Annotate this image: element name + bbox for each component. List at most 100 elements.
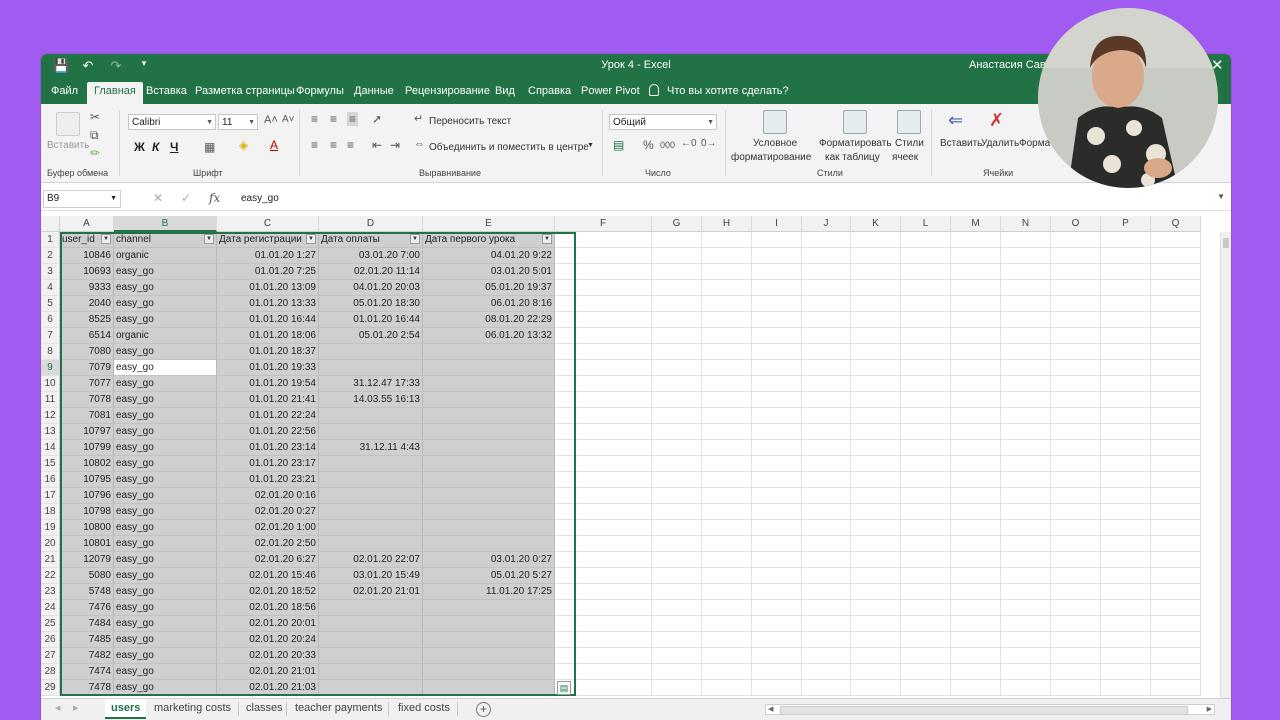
empty-cell[interactable]	[1151, 376, 1201, 392]
empty-cell[interactable]	[652, 536, 702, 552]
empty-cell[interactable]	[1101, 488, 1151, 504]
italic-button[interactable]: К	[152, 140, 159, 154]
empty-cell[interactable]	[652, 648, 702, 664]
empty-cell[interactable]	[901, 472, 951, 488]
row-header[interactable]: 28	[41, 664, 60, 680]
empty-cell[interactable]	[1151, 408, 1201, 424]
table-cell[interactable]: 01.01.20 21:41	[217, 392, 319, 408]
table-cell[interactable]: 7078	[60, 392, 114, 408]
empty-cell[interactable]	[1151, 328, 1201, 344]
table-cell[interactable]: 02.01.20 6:27	[217, 552, 319, 568]
table-cell[interactable]: 10799	[60, 440, 114, 456]
empty-cell[interactable]	[851, 600, 901, 616]
table-cell[interactable]: easy_go	[114, 472, 217, 488]
empty-cell[interactable]	[1051, 296, 1101, 312]
empty-cell[interactable]	[802, 520, 851, 536]
empty-cell[interactable]	[1151, 600, 1201, 616]
empty-cell[interactable]	[951, 424, 1001, 440]
column-header-f[interactable]: F	[555, 216, 652, 232]
table-cell[interactable]: easy_go	[114, 488, 217, 504]
empty-cell[interactable]	[752, 520, 802, 536]
empty-cell[interactable]	[1051, 360, 1101, 376]
table-cell[interactable]: 02.01.20 18:52	[217, 584, 319, 600]
empty-cell[interactable]	[555, 648, 652, 664]
empty-cell[interactable]	[702, 264, 752, 280]
empty-cell[interactable]	[752, 392, 802, 408]
table-cell[interactable]	[319, 664, 423, 680]
empty-cell[interactable]	[1001, 440, 1051, 456]
table-cell[interactable]: 7482	[60, 648, 114, 664]
empty-cell[interactable]	[702, 440, 752, 456]
paste-icon[interactable]	[56, 112, 80, 136]
empty-cell[interactable]	[752, 616, 802, 632]
empty-cell[interactable]	[555, 424, 652, 440]
empty-cell[interactable]	[702, 552, 752, 568]
cell-styles-line2[interactable]: ячеек	[892, 152, 918, 163]
table-cell[interactable]	[423, 664, 555, 680]
row-header[interactable]: 17	[41, 488, 60, 504]
empty-cell[interactable]	[1051, 248, 1101, 264]
empty-cell[interactable]	[951, 616, 1001, 632]
empty-cell[interactable]	[652, 328, 702, 344]
table-cell[interactable]: 02.01.20 20:01	[217, 616, 319, 632]
empty-cell[interactable]	[901, 360, 951, 376]
table-cell[interactable]: easy_go	[114, 552, 217, 568]
empty-cell[interactable]	[752, 552, 802, 568]
empty-cell[interactable]	[802, 664, 851, 680]
empty-cell[interactable]	[1101, 632, 1151, 648]
row-header[interactable]: 25	[41, 616, 60, 632]
empty-cell[interactable]	[702, 664, 752, 680]
table-cell[interactable]	[319, 632, 423, 648]
empty-cell[interactable]	[951, 520, 1001, 536]
empty-cell[interactable]	[951, 344, 1001, 360]
table-cell[interactable]: 03.01.20 0:27	[423, 552, 555, 568]
table-cell[interactable]	[319, 456, 423, 472]
empty-cell[interactable]	[1051, 680, 1101, 696]
empty-cell[interactable]	[1051, 392, 1101, 408]
empty-cell[interactable]	[951, 536, 1001, 552]
empty-cell[interactable]	[702, 616, 752, 632]
empty-cell[interactable]	[951, 568, 1001, 584]
empty-cell[interactable]	[851, 248, 901, 264]
empty-cell[interactable]	[851, 504, 901, 520]
align-left-icon[interactable]: ≡	[311, 138, 318, 152]
row-header[interactable]: 29	[41, 680, 60, 696]
empty-cell[interactable]	[1151, 232, 1201, 248]
empty-cell[interactable]	[851, 520, 901, 536]
conditional-formatting-line2[interactable]: форматирование	[731, 152, 811, 163]
empty-cell[interactable]	[802, 360, 851, 376]
empty-cell[interactable]	[951, 296, 1001, 312]
row-header[interactable]: 12	[41, 408, 60, 424]
table-cell[interactable]: easy_go	[114, 536, 217, 552]
bold-button[interactable]: Ж	[134, 140, 145, 154]
increase-font-icon[interactable]: A˄	[264, 114, 278, 126]
table-cell[interactable]	[319, 520, 423, 536]
empty-cell[interactable]	[702, 328, 752, 344]
number-format-select[interactable]: Общий ▼	[609, 114, 717, 130]
empty-cell[interactable]	[1001, 392, 1051, 408]
empty-cell[interactable]	[1101, 520, 1151, 536]
sheet-tab-teacher-payments[interactable]: teacher payments	[295, 702, 382, 714]
empty-cell[interactable]	[901, 504, 951, 520]
table-cell[interactable]: 05.01.20 5:27	[423, 568, 555, 584]
empty-cell[interactable]	[951, 472, 1001, 488]
empty-cell[interactable]	[851, 584, 901, 600]
row-header[interactable]: 21	[41, 552, 60, 568]
header-cell[interactable]: Дата первого урока ▼	[423, 232, 555, 248]
empty-cell[interactable]	[702, 584, 752, 600]
table-cell[interactable]	[423, 456, 555, 472]
empty-cell[interactable]	[1051, 648, 1101, 664]
empty-cell[interactable]	[802, 328, 851, 344]
row-header[interactable]: 26	[41, 632, 60, 648]
empty-cell[interactable]	[1051, 472, 1101, 488]
empty-cell[interactable]	[1051, 424, 1101, 440]
empty-cell[interactable]	[1001, 632, 1051, 648]
empty-cell[interactable]	[1101, 392, 1151, 408]
empty-cell[interactable]	[1151, 536, 1201, 552]
empty-cell[interactable]	[802, 440, 851, 456]
empty-cell[interactable]	[1001, 424, 1051, 440]
row-header[interactable]: 24	[41, 600, 60, 616]
empty-cell[interactable]	[802, 408, 851, 424]
table-cell[interactable]: organic	[114, 328, 217, 344]
table-cell[interactable]: easy_go	[114, 568, 217, 584]
